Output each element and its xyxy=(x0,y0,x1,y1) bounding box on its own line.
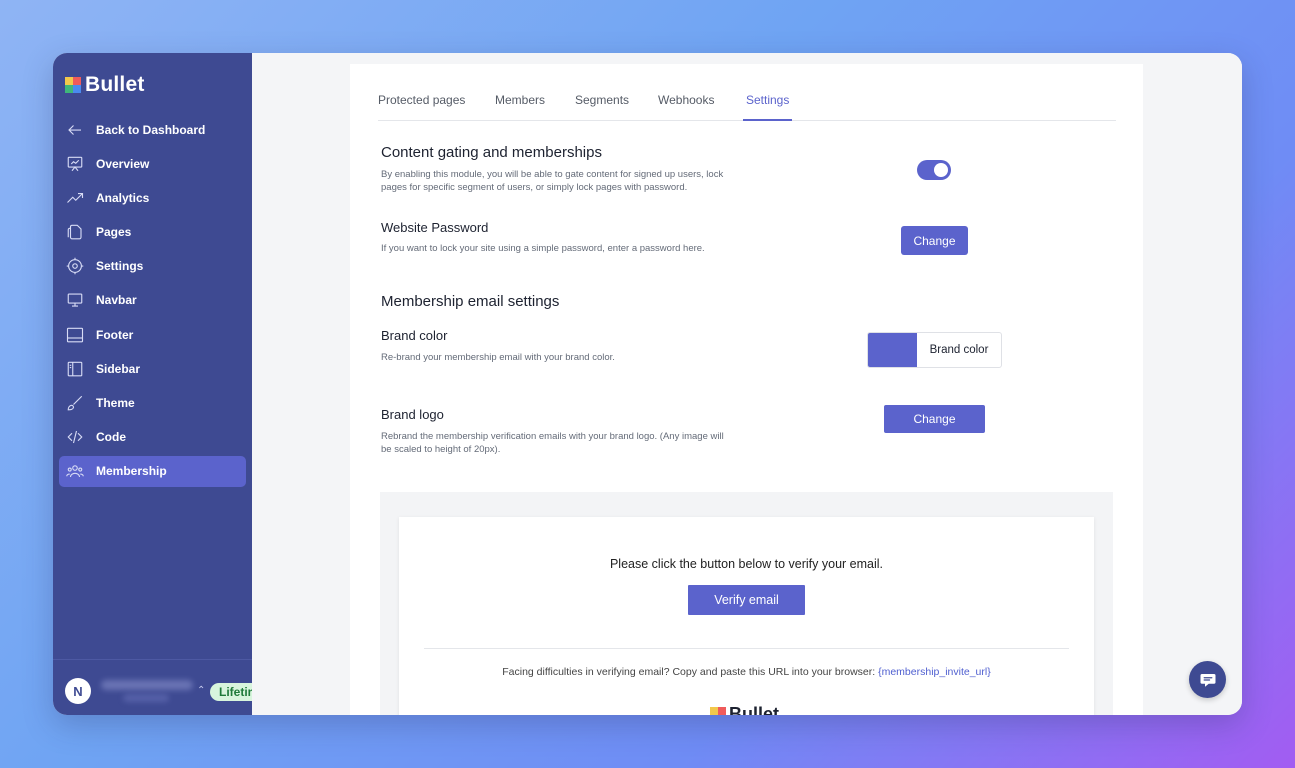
sidebar-item-settings[interactable]: Settings xyxy=(59,251,246,282)
chevron-up-icon[interactable]: ⌃ xyxy=(197,685,205,696)
email-preview-card: Please click the button below to verify … xyxy=(399,517,1094,715)
email-preview-footer: Facing difficulties in verifying email? … xyxy=(399,666,1094,678)
avatar[interactable]: N xyxy=(65,678,91,704)
sidebar-item-label: Pages xyxy=(96,225,132,240)
change-logo-button[interactable]: Change xyxy=(884,405,985,433)
code-icon xyxy=(66,428,84,446)
sidebar-item-label: Theme xyxy=(96,396,135,410)
user-email-redacted xyxy=(123,694,169,702)
sidebar-item-label: Navbar xyxy=(96,293,137,308)
change-password-button[interactable]: Change xyxy=(901,226,968,255)
tab-webhooks[interactable]: Webhooks xyxy=(658,93,714,107)
sidebar-item-label: Membership xyxy=(96,464,167,479)
users-icon xyxy=(66,462,84,480)
active-tab-indicator xyxy=(743,119,792,121)
pages-icon xyxy=(66,223,84,241)
sidebar-layout-icon xyxy=(66,360,84,378)
sidebar-item-navbar[interactable]: Navbar xyxy=(59,285,246,316)
tab-bar: Protected pages Members Segments Webhook… xyxy=(378,87,1116,121)
sidebar-item-label: Sidebar xyxy=(96,361,141,376)
sidebar-item-back-to-dashboard[interactable]: Back to Dashboard xyxy=(59,114,246,145)
app-logo[interactable]: Bullet xyxy=(65,73,145,97)
bullet-logo-icon xyxy=(710,706,726,715)
sidebar-item-theme[interactable]: Theme xyxy=(59,388,246,419)
sidebar-item-pages[interactable]: Pages xyxy=(59,217,246,248)
sidebar: Bullet Back to Dashboard Overview Analyt… xyxy=(53,53,275,715)
website-password-title: Website Password xyxy=(381,220,489,235)
user-menu[interactable]: N ⌃ Lifetime xyxy=(53,659,275,715)
sidebar-item-analytics[interactable]: Analytics xyxy=(59,182,246,213)
invite-url-link[interactable]: {membership_invite_url} xyxy=(878,666,991,678)
sidebar-item-footer[interactable]: Footer xyxy=(59,319,246,350)
sidebar-item-overview[interactable]: Overview xyxy=(59,148,246,179)
brand-color-description: Re-brand your membership email with your… xyxy=(381,352,615,363)
trend-up-icon xyxy=(66,189,84,207)
tab-segments[interactable]: Segments xyxy=(575,93,629,107)
tab-settings[interactable]: Settings xyxy=(746,93,789,107)
verify-email-button[interactable]: Verify email xyxy=(688,585,805,615)
sidebar-item-label: Footer xyxy=(96,327,134,342)
divider xyxy=(424,648,1069,649)
brand-logo-description: Rebrand the membership verification emai… xyxy=(381,431,724,455)
presentation-chart-icon xyxy=(66,155,84,173)
app-name: Bullet xyxy=(85,73,145,96)
sidebar-nav: Back to Dashboard Overview Analytics Pag… xyxy=(59,114,246,490)
gear-icon xyxy=(66,257,84,275)
monitor-icon xyxy=(66,291,84,309)
email-preview-message: Please click the button below to verify … xyxy=(609,557,884,571)
tab-protected-pages[interactable]: Protected pages xyxy=(378,93,465,107)
brand-logo-title: Brand logo xyxy=(381,407,444,422)
brand-color-picker[interactable]: Brand color xyxy=(867,332,1002,368)
content-gating-toggle[interactable] xyxy=(917,160,951,180)
brand-color-swatch[interactable] xyxy=(868,333,917,367)
email-brand-logo: Bullet xyxy=(710,704,779,715)
user-name-redacted xyxy=(101,680,193,690)
website-password-description: If you want to lock your site using a si… xyxy=(381,243,705,254)
sidebar-item-sidebar[interactable]: Sidebar xyxy=(59,353,246,384)
sidebar-item-label: Overview xyxy=(96,156,150,171)
toggle-knob xyxy=(934,163,948,177)
email-preview-area: Please click the button below to verify … xyxy=(380,492,1113,715)
chat-bubble-icon xyxy=(1200,673,1215,687)
email-footer-text: Facing difficulties in verifying email? … xyxy=(502,666,879,678)
main-content: Protected pages Members Segments Webhook… xyxy=(252,53,1242,715)
sidebar-item-label: Settings xyxy=(96,259,144,274)
arrow-left-icon xyxy=(66,121,84,139)
sidebar-item-membership[interactable]: Membership xyxy=(59,455,246,487)
bullet-logo-icon xyxy=(65,77,81,93)
sidebar-item-label: Analytics xyxy=(96,190,150,205)
sidebar-item-label: Code xyxy=(96,430,126,445)
brand-color-picker-label: Brand color xyxy=(929,344,989,356)
sidebar-item-code[interactable]: Code xyxy=(59,422,246,453)
chat-support-button[interactable] xyxy=(1189,661,1226,698)
settings-card: Protected pages Members Segments Webhook… xyxy=(350,64,1143,715)
footer-layout-icon xyxy=(66,326,84,344)
app-window: Bullet Back to Dashboard Overview Analyt… xyxy=(53,53,1242,715)
paintbrush-icon xyxy=(66,394,84,412)
email-logo-text: Bullet xyxy=(729,704,780,715)
membership-email-settings-title: Membership email settings xyxy=(381,293,560,310)
tab-members[interactable]: Members xyxy=(495,93,545,107)
sidebar-item-label: Back to Dashboard xyxy=(96,122,206,137)
brand-color-title: Brand color xyxy=(381,328,448,343)
content-gating-title: Content gating and memberships xyxy=(381,144,602,161)
content-gating-description: By enabling this module, you will be abl… xyxy=(381,169,724,193)
